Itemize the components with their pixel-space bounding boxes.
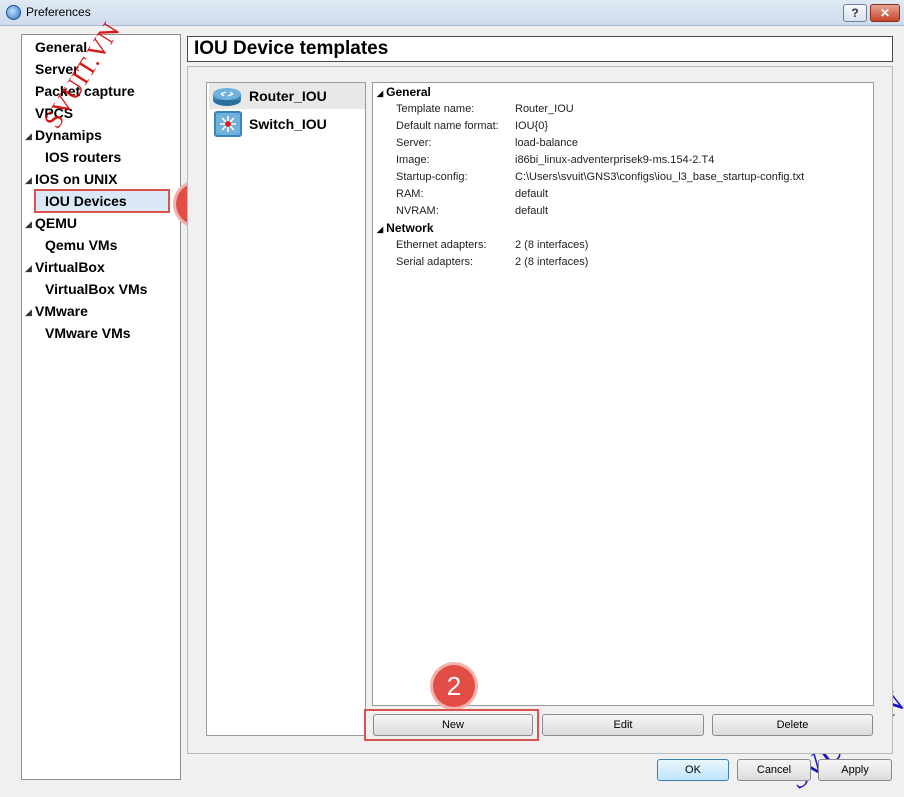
preferences-sidebar: General Server Packet capture VPCS ◢ Dyn… (21, 34, 181, 780)
prop-label: Server: (396, 137, 432, 149)
template-details-panel: ◢ General Template name: Router_IOU Defau… (372, 82, 874, 706)
sidebar-item-qemu-vms[interactable]: Qemu VMs (45, 237, 117, 253)
prop-label: Ethernet adapters: (396, 239, 487, 251)
prop-label: Default name format: (396, 120, 499, 132)
list-item[interactable]: Switch_IOU (209, 111, 365, 137)
prop-label: Startup-config: (396, 171, 468, 183)
gns3-app-icon (6, 5, 21, 20)
ok-button[interactable]: OK (657, 759, 729, 781)
step-badge-2: 2 (433, 665, 475, 707)
section-general[interactable]: ◢ General (377, 85, 431, 99)
sidebar-item-vmware[interactable]: VMware (35, 303, 88, 319)
collapse-arrow-icon[interactable]: ◢ (377, 89, 383, 98)
delete-button[interactable]: Delete (712, 714, 873, 736)
sidebar-item-ios-routers[interactable]: IOS routers (45, 149, 121, 165)
sidebar-item-dynamips[interactable]: Dynamips (35, 127, 102, 143)
window-title: Preferences (26, 5, 91, 19)
prop-value: IOU{0} (515, 120, 549, 132)
device-template-list: Router_IOU Switch_IOU (206, 82, 366, 736)
expand-arrow-icon[interactable]: ◢ (25, 131, 32, 142)
help-button[interactable]: ? (843, 4, 867, 22)
prop-label: RAM: (396, 188, 424, 200)
apply-button[interactable]: Apply (818, 759, 892, 781)
section-heading: General (386, 85, 431, 99)
sidebar-item-ios-on-unix[interactable]: IOS on UNIX (35, 171, 117, 187)
close-button[interactable]: ✕ (870, 4, 900, 22)
section-heading: Network (386, 221, 434, 235)
prop-value: load-balance (515, 137, 578, 149)
sidebar-item-vmware-vms[interactable]: VMware VMs (45, 325, 131, 341)
prop-value: Router_IOU (515, 103, 574, 115)
sidebar-item-virtualbox[interactable]: VirtualBox (35, 259, 105, 275)
sidebar-item-iou-devices[interactable]: IOU Devices (45, 193, 127, 209)
section-network[interactable]: ◢ Network (377, 221, 434, 235)
expand-arrow-icon[interactable]: ◢ (25, 219, 32, 230)
router-icon (213, 88, 241, 106)
sidebar-item-qemu[interactable]: QEMU (35, 215, 77, 231)
cancel-button[interactable]: Cancel (737, 759, 811, 781)
sidebar-item-virtualbox-vms[interactable]: VirtualBox VMs (45, 281, 147, 297)
page-title: IOU Device templates (187, 36, 893, 62)
prop-label: Serial adapters: (396, 256, 474, 268)
prop-value: 2 (8 interfaces) (515, 239, 589, 251)
expand-arrow-icon[interactable]: ◢ (25, 263, 32, 274)
switch-icon (214, 111, 242, 137)
prop-label: Image: (396, 154, 430, 166)
prop-value: default (515, 188, 549, 200)
prop-label: Template name: (396, 103, 475, 115)
list-item[interactable]: Router_IOU (209, 83, 365, 109)
prop-value: C:\Users\svuit\GNS3\configs\iou_l3_base_… (515, 171, 805, 183)
device-name: Switch_IOU (249, 116, 327, 132)
prop-value: default (515, 205, 549, 217)
title-bar: Preferences ? ✕ (0, 0, 904, 26)
edit-button[interactable]: Edit (542, 714, 704, 736)
collapse-arrow-icon[interactable]: ◢ (377, 225, 383, 234)
prop-label: NVRAM: (396, 205, 439, 217)
device-name: Router_IOU (249, 88, 327, 104)
new-button[interactable]: New (373, 714, 533, 736)
expand-arrow-icon[interactable]: ◢ (25, 307, 32, 318)
prop-value: 2 (8 interfaces) (515, 256, 589, 268)
expand-arrow-icon[interactable]: ◢ (25, 175, 32, 186)
prop-value: i86bi_linux-adventerprisek9-ms.154-2.T4 (515, 154, 715, 166)
